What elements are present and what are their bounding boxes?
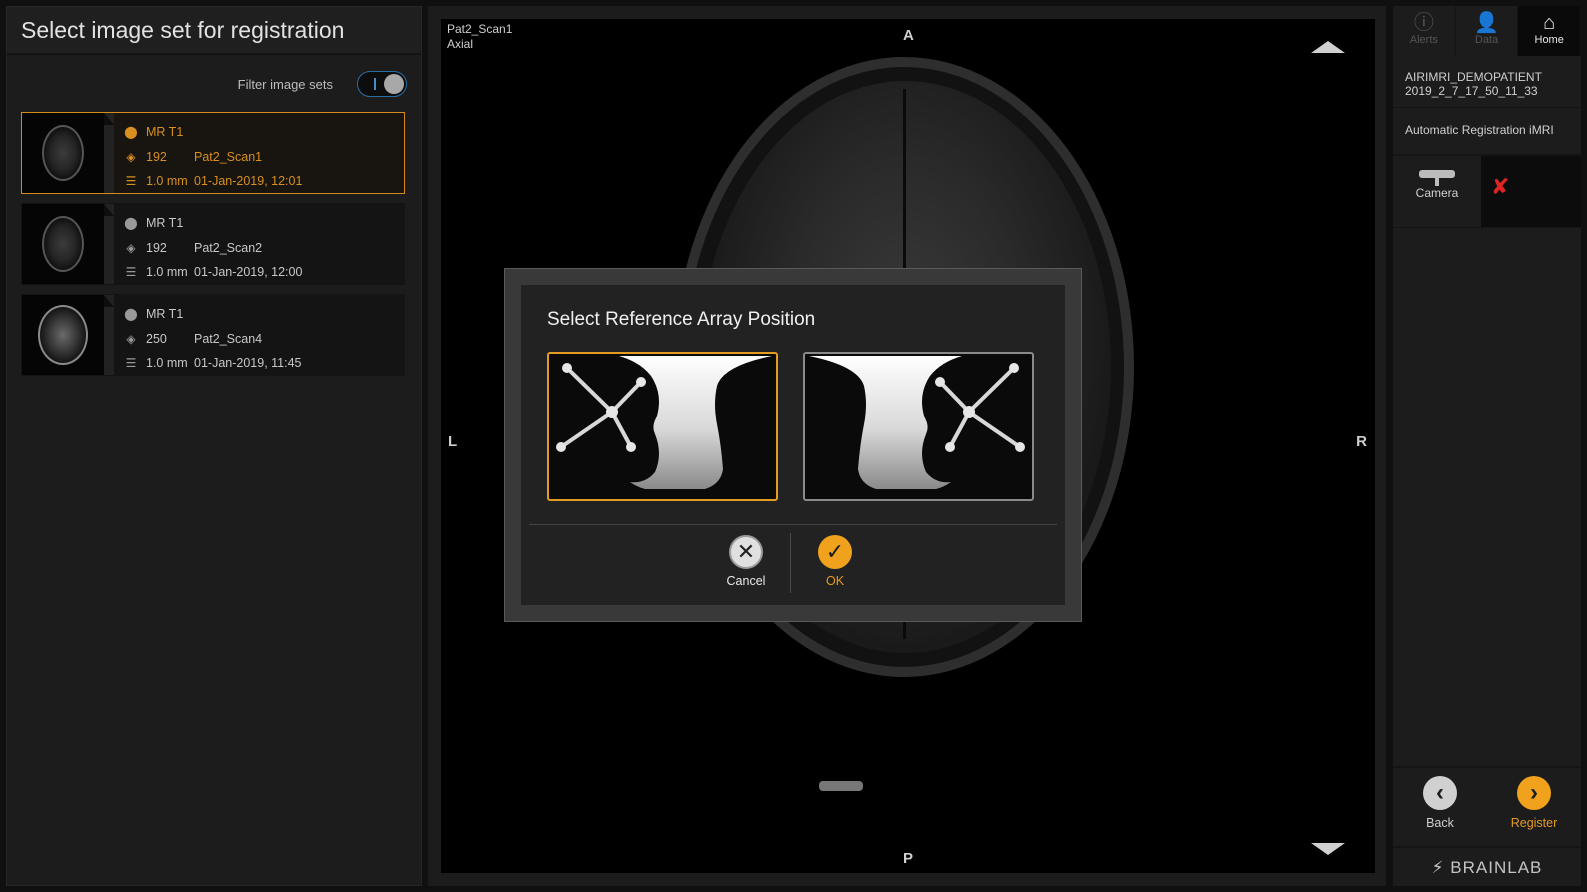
register-label: Register <box>1510 816 1558 830</box>
scan-name-label: Pat2_Scan1 <box>447 22 513 36</box>
dialog-divider <box>529 524 1057 525</box>
dialog-body: Select Reference Array Position ✕ Cancel… <box>521 285 1065 605</box>
tab-label: Alerts <box>1409 34 1438 46</box>
slice-count: 192 <box>146 240 167 255</box>
back-label: Back <box>1426 816 1454 830</box>
home-icon: ⌂ <box>1543 12 1556 34</box>
bottom-navigation: ‹ Back › Register <box>1393 766 1581 844</box>
toggle-on-indicator <box>374 78 376 90</box>
right-sidebar: ⓘ Alerts 👤 Data ⌂ Home AIRIMRI_DEMOPATIE… <box>1393 6 1582 886</box>
slice-count: 250 <box>146 331 167 346</box>
scroll-up-icon[interactable] <box>1311 41 1345 53</box>
cancel-label: Cancel <box>726 574 766 588</box>
orientation-right: R <box>1356 433 1367 450</box>
patient-info: AIRIMRI_DEMOPATIENT 2019_2_7_17_50_11_33 <box>1393 64 1581 108</box>
scan-name: Pat2_Scan1 <box>194 149 263 164</box>
dialog-title: Select Reference Array Position <box>547 309 816 330</box>
modality-icon: ⬤ <box>124 125 138 140</box>
filter-toggle[interactable] <box>357 71 407 97</box>
toggle-knob <box>384 74 404 94</box>
slice-thickness: 1.0 mm <box>146 356 188 371</box>
array-left-illustration <box>556 356 772 489</box>
image-set-item[interactable]: ⬤ MR T1 ◈ 192 Pat2_Scan2 ☰ 1.0 mm 01-Jan-2019… <box>21 203 405 285</box>
tab-data[interactable]: 👤 Data <box>1456 6 1519 56</box>
button-separator <box>790 533 791 593</box>
modality-icon: ⬤ <box>124 307 138 322</box>
image-set-panel: Select image set for registration Filter… <box>6 6 422 886</box>
checkmark-icon: ✓ <box>818 535 852 569</box>
thickness-icon: ☰ <box>125 265 137 280</box>
orientation-anterior: A <box>903 27 914 44</box>
camera-button[interactable]: Camera <box>1393 156 1481 227</box>
data-icon: 👤 <box>1474 12 1499 34</box>
slices-icon: ◈ <box>126 149 136 164</box>
info-icon: ⓘ <box>1413 12 1434 34</box>
modality-text: MR T1 <box>146 125 184 140</box>
camera-error-icon: ✘ <box>1481 156 1581 227</box>
tab-alerts[interactable]: ⓘ Alerts <box>1393 6 1456 56</box>
mri-marker <box>819 781 863 791</box>
cancel-button[interactable]: ✕ Cancel <box>711 535 781 588</box>
thumbnail-separator <box>104 204 114 284</box>
top-tabs: ⓘ Alerts 👤 Data ⌂ Home <box>1393 6 1582 56</box>
tab-label: Data <box>1474 34 1499 46</box>
camera-label: Camera <box>1415 186 1459 200</box>
image-thumbnail <box>22 113 104 193</box>
slices-icon: ◈ <box>126 240 136 255</box>
scan-date: 01-Jan-2019, 12:01 <box>194 174 303 189</box>
image-set-item[interactable]: ⬤ MR T1 ◈ 192 Pat2_Scan1 ☰ 1.0 mm 01-Jan-2019… <box>21 112 405 194</box>
slices-icon: ◈ <box>126 331 136 346</box>
image-set-list: ⬤ MR T1 ◈ 192 Pat2_Scan1 ☰ 1.0 mm 01-Jan-2019… <box>21 112 405 385</box>
patient-session: 2019_2_7_17_50_11_33 <box>1405 84 1538 98</box>
array-position-right-option[interactable] <box>803 352 1034 501</box>
chevron-right-icon: › <box>1517 776 1551 810</box>
thickness-icon: ☰ <box>125 356 137 371</box>
slice-thickness: 1.0 mm <box>146 174 188 189</box>
image-thumbnail <box>22 295 104 375</box>
orientation-posterior: P <box>903 850 914 867</box>
scroll-down-icon[interactable] <box>1311 843 1345 855</box>
scan-name: Pat2_Scan4 <box>194 331 263 346</box>
array-position-left-option[interactable] <box>547 352 778 501</box>
scan-name: Pat2_Scan2 <box>194 240 263 255</box>
ok-label: OK <box>825 574 845 588</box>
ok-button[interactable]: ✓ OK <box>800 535 870 588</box>
tab-label: Home <box>1534 34 1564 46</box>
register-button[interactable]: › Register <box>1487 768 1581 844</box>
slice-count: 192 <box>146 149 167 164</box>
modality-icon: ⬤ <box>124 216 138 231</box>
panel-title: Select image set for registration <box>7 7 421 55</box>
array-right-illustration <box>809 356 1025 489</box>
brand-logo: ⚡ BRAINLAB <box>1393 846 1581 886</box>
image-thumbnail <box>22 204 104 284</box>
brand-text: BRAINLAB <box>1450 858 1543 877</box>
cancel-icon: ✕ <box>729 535 763 569</box>
modality-text: MR T1 <box>146 307 184 322</box>
camera-icon <box>1419 168 1455 186</box>
view-label: Axial <box>447 37 474 51</box>
orientation-left: L <box>448 433 458 450</box>
filter-label: Filter image sets <box>237 76 333 92</box>
patient-name: AIRIMRI_DEMOPATIENT <box>1405 70 1542 84</box>
back-button[interactable]: ‹ Back <box>1393 768 1487 844</box>
workflow-name: Automatic Registration iMRI <box>1393 108 1581 156</box>
chevron-left-icon: ‹ <box>1423 776 1457 810</box>
scan-date: 01-Jan-2019, 12:00 <box>194 265 303 280</box>
thumbnail-separator <box>104 113 114 193</box>
image-set-item[interactable]: ⬤ MR T1 ◈ 250 Pat2_Scan4 ☰ 1.0 mm 01-Jan-2019… <box>21 294 405 376</box>
brand-mark-icon: ⚡ <box>1431 858 1445 877</box>
filter-row: Filter image sets <box>238 71 407 97</box>
camera-row: Camera ✘ <box>1393 156 1581 228</box>
tab-home[interactable]: ⌂ Home <box>1518 6 1582 56</box>
reference-array-dialog: Select Reference Array Position ✕ Cancel… <box>504 268 1082 622</box>
thickness-icon: ☰ <box>125 174 137 189</box>
scan-date: 01-Jan-2019, 11:45 <box>194 356 302 371</box>
thumbnail-separator <box>104 295 114 375</box>
slice-thickness: 1.0 mm <box>146 265 188 280</box>
modality-text: MR T1 <box>146 216 184 231</box>
